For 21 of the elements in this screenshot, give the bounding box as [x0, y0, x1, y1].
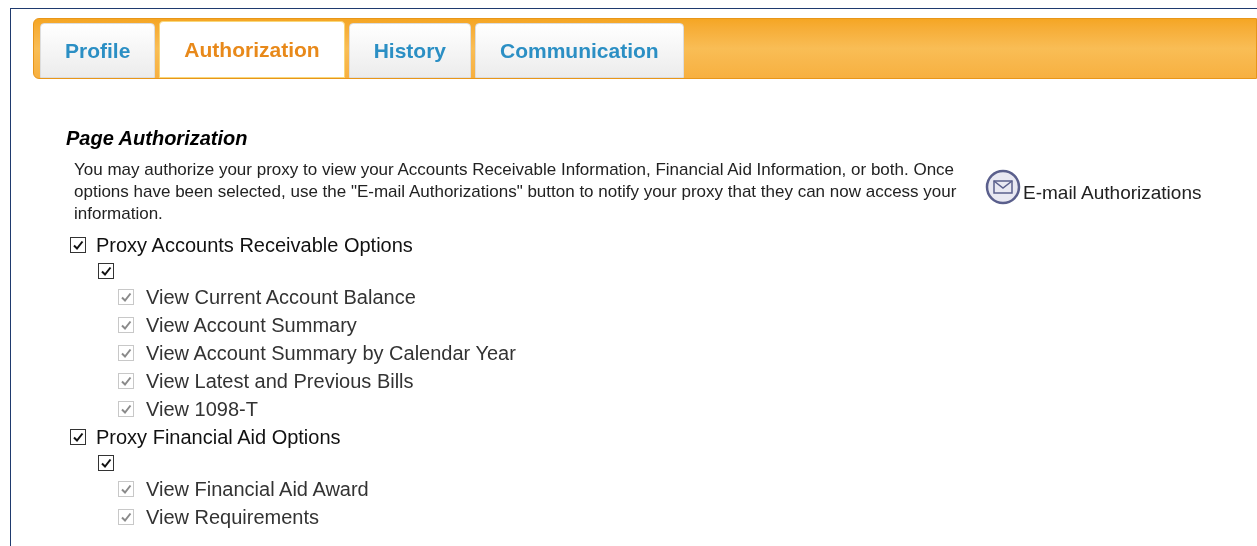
tab[interactable]: Authorization — [159, 21, 345, 78]
group-label: Proxy Accounts Receivable Options — [96, 233, 413, 258]
option-label: View Account Summary by Calendar Year — [146, 341, 516, 366]
tab[interactable]: Communication — [475, 23, 684, 78]
select-all-checkbox[interactable] — [98, 455, 114, 471]
option-label: View Requirements — [146, 505, 320, 530]
envelope-icon — [985, 169, 1021, 205]
tab[interactable]: History — [348, 23, 472, 78]
option-label: View Current Account Balance — [146, 285, 416, 310]
email-authorizations-button[interactable]: E-mail Authorizations — [985, 169, 1202, 205]
option-label: View Account Summary — [146, 313, 357, 338]
description-text: You may authorize your proxy to view your Accounts Receivable Information, Financial Aid Information, or both. Once options have been selected, use the "E-mail Authorizations" button to notify your proxy that they can now access your information. — [73, 159, 958, 225]
group-checkbox[interactable] — [70, 429, 86, 445]
section-title: Page Authorization — [66, 126, 249, 151]
group-label: Proxy Financial Aid Options — [96, 425, 341, 450]
group-checkbox[interactable] — [70, 237, 86, 253]
tab[interactable]: Profile — [40, 23, 156, 78]
option-label: View Financial Aid Award — [146, 477, 369, 502]
option-label: View Latest and Previous Bills — [146, 369, 414, 394]
select-all-checkbox[interactable] — [98, 263, 114, 279]
option-label: View 1098-T — [146, 397, 258, 422]
